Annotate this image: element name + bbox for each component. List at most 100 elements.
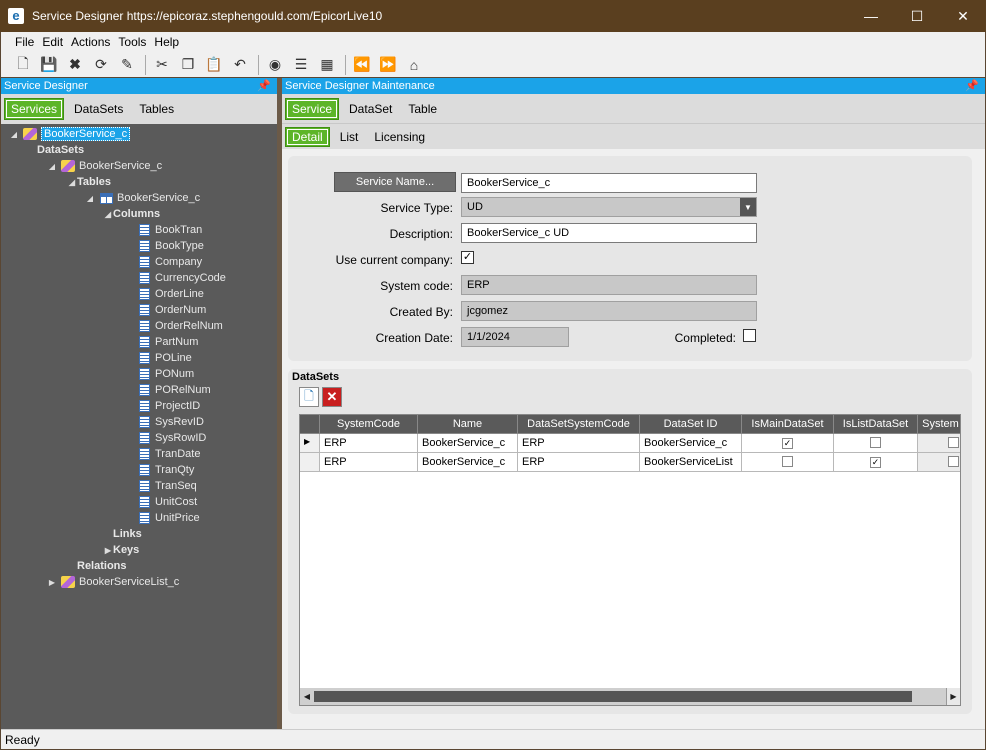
use-current-company-checkbox[interactable]: ✓ bbox=[461, 251, 474, 264]
grid-checkbox[interactable] bbox=[782, 456, 793, 467]
row-selector[interactable]: ▶ bbox=[300, 434, 320, 453]
tree-node-tables[interactable]: ◢ Tables bbox=[67, 174, 111, 190]
expand-arrow-icon[interactable]: ▶ bbox=[103, 546, 113, 555]
search-icon[interactable]: ◉ bbox=[265, 55, 285, 75]
grid-cell-name[interactable]: BookerService_c bbox=[418, 434, 518, 453]
column-header[interactable]: SystemCode bbox=[320, 415, 418, 434]
tree-node-dataset[interactable]: ◢ BookerService_c bbox=[47, 158, 162, 174]
save-icon[interactable]: 💾 bbox=[39, 55, 59, 75]
tree-node-root[interactable]: ◢ BookerService_c bbox=[9, 126, 131, 142]
grid-cell-dataset-system-code[interactable]: ERP bbox=[518, 453, 640, 472]
tab-licensing[interactable]: Licensing bbox=[368, 127, 431, 147]
tree-node-column[interactable]: POLine bbox=[123, 350, 192, 366]
table-row[interactable]: ▶ ERP BookerService_c ERP BookerService_c ✓ bbox=[300, 434, 960, 453]
column-header[interactable]: DataSet ID bbox=[640, 415, 742, 434]
service-type-select[interactable]: UD ▼ bbox=[461, 197, 757, 217]
grid-checkbox[interactable] bbox=[948, 456, 959, 467]
tree-node-links[interactable]: Links bbox=[103, 526, 142, 542]
forward-icon[interactable]: ⏩ bbox=[378, 55, 398, 75]
tab-detail[interactable]: Detail bbox=[285, 126, 330, 147]
service-name-field[interactable]: BookerService_c bbox=[461, 173, 757, 193]
grid-checkbox[interactable] bbox=[948, 437, 959, 448]
menu-edit[interactable]: Edit bbox=[42, 35, 63, 49]
grid-checkbox[interactable] bbox=[870, 437, 881, 448]
menu-file[interactable]: File bbox=[15, 35, 34, 49]
table-row[interactable]: ERP BookerService_c ERP BookerServiceList ✓ bbox=[300, 453, 960, 472]
tree-node-column[interactable]: TranQty bbox=[123, 462, 194, 478]
tree-node-column[interactable]: BookTran bbox=[123, 222, 202, 238]
tree-node-column[interactable]: TranSeq bbox=[123, 478, 197, 494]
collapse-arrow-icon[interactable]: ◢ bbox=[67, 178, 77, 187]
tree-node-column[interactable]: OrderRelNum bbox=[123, 318, 223, 334]
delete-dataset-icon[interactable]: ✕ bbox=[322, 387, 342, 407]
grid-cell-dataset-id[interactable]: BookerServiceList bbox=[640, 453, 742, 472]
tree-node-column[interactable]: UnitCost bbox=[123, 494, 197, 510]
grid-cell-dataset-id[interactable]: BookerService_c bbox=[640, 434, 742, 453]
service-name-button[interactable]: Service Name... bbox=[334, 172, 456, 192]
collapse-arrow-icon[interactable]: ◢ bbox=[85, 194, 95, 203]
tab-dataset[interactable]: DataSet bbox=[343, 98, 398, 120]
collapse-arrow-icon[interactable]: ◢ bbox=[9, 130, 19, 139]
copy-icon[interactable]: ❐ bbox=[178, 55, 198, 75]
grid-checkbox[interactable]: ✓ bbox=[782, 438, 793, 449]
collapse-arrow-icon[interactable]: ◢ bbox=[103, 210, 113, 219]
home-icon[interactable]: ⌂ bbox=[404, 55, 424, 75]
menu-tools[interactable]: Tools bbox=[118, 35, 146, 49]
tree-node-column[interactable]: SysRevID bbox=[123, 414, 204, 430]
tab-table[interactable]: Table bbox=[402, 98, 443, 120]
tree-node-keys[interactable]: ▶ Keys bbox=[103, 542, 139, 558]
tree-node-dataset[interactable]: ▶ BookerServiceList_c bbox=[47, 574, 179, 590]
scroll-left-icon[interactable]: ◀ bbox=[300, 688, 314, 705]
column-header[interactable]: Name bbox=[418, 415, 518, 434]
refresh-icon[interactable]: ⟳ bbox=[91, 55, 111, 75]
tree-node-column[interactable]: ProjectID bbox=[123, 398, 200, 414]
grid-cell-name[interactable]: BookerService_c bbox=[418, 453, 518, 472]
tree-node-column[interactable]: OrderNum bbox=[123, 302, 206, 318]
new-dataset-icon[interactable]: 🗋 bbox=[299, 387, 319, 407]
back-icon[interactable]: ⏪ bbox=[352, 55, 372, 75]
expand-arrow-icon[interactable]: ▶ bbox=[47, 578, 57, 587]
tree-node-column[interactable]: Company bbox=[123, 254, 202, 270]
column-header[interactable]: IsMainDataSet bbox=[742, 415, 834, 434]
tree-node-relations[interactable]: Relations bbox=[67, 558, 127, 574]
tree-node-column[interactable]: PartNum bbox=[123, 334, 198, 350]
cut-icon[interactable]: ✂ bbox=[152, 55, 172, 75]
undo-icon[interactable]: ↶ bbox=[230, 55, 250, 75]
pin-icon[interactable]: 📌 bbox=[257, 79, 271, 92]
tree-node-column[interactable]: UnitPrice bbox=[123, 510, 200, 526]
column-header[interactable]: DataSetSystemCode bbox=[518, 415, 640, 434]
pin-icon[interactable]: 📌 bbox=[965, 79, 979, 92]
tree-node-columns[interactable]: ◢ Columns bbox=[103, 206, 160, 222]
close-window-button[interactable]: ✕ bbox=[940, 0, 986, 32]
paste-icon[interactable]: 📋 bbox=[204, 55, 224, 75]
scroll-right-icon[interactable]: ▶ bbox=[946, 688, 960, 705]
grid-cell-system-code[interactable]: ERP bbox=[320, 434, 418, 453]
scrollbar-thumb[interactable] bbox=[314, 691, 912, 702]
tree-node-column[interactable]: PORelNum bbox=[123, 382, 211, 398]
tree-node-column[interactable]: CurrencyCode bbox=[123, 270, 226, 286]
tree-node-datasets[interactable]: DataSets bbox=[27, 142, 84, 158]
horizontal-scrollbar[interactable]: ◀ ▶ bbox=[300, 688, 960, 705]
tab-datasets[interactable]: DataSets bbox=[68, 98, 129, 120]
grid-cell-dataset-system-code[interactable]: ERP bbox=[518, 434, 640, 453]
menu-actions[interactable]: Actions bbox=[71, 35, 110, 49]
column-header[interactable]: IsListDataSet bbox=[834, 415, 918, 434]
new-icon[interactable]: 🗋 bbox=[13, 55, 33, 75]
menu-help[interactable]: Help bbox=[154, 35, 179, 49]
clear-icon[interactable]: ✎ bbox=[117, 55, 137, 75]
tree-node-column[interactable]: OrderLine bbox=[123, 286, 204, 302]
tree-node-column[interactable]: BookType bbox=[123, 238, 204, 254]
tab-service[interactable]: Service bbox=[285, 97, 340, 120]
grid-cell-system-code[interactable]: ERP bbox=[320, 453, 418, 472]
layout-icon[interactable]: ▦ bbox=[317, 55, 337, 75]
maximize-button[interactable]: ☐ bbox=[894, 0, 940, 32]
column-header[interactable]: System bbox=[918, 415, 960, 434]
tab-tables[interactable]: Tables bbox=[133, 98, 180, 120]
chevron-down-icon[interactable]: ▼ bbox=[740, 198, 756, 216]
attach-icon[interactable]: ☰ bbox=[291, 55, 311, 75]
tab-services[interactable]: Services bbox=[4, 98, 65, 120]
tab-list[interactable]: List bbox=[334, 127, 365, 147]
collapse-arrow-icon[interactable]: ◢ bbox=[47, 162, 57, 171]
tree-node-column[interactable]: SysRowID bbox=[123, 430, 206, 446]
row-selector[interactable] bbox=[300, 453, 320, 472]
